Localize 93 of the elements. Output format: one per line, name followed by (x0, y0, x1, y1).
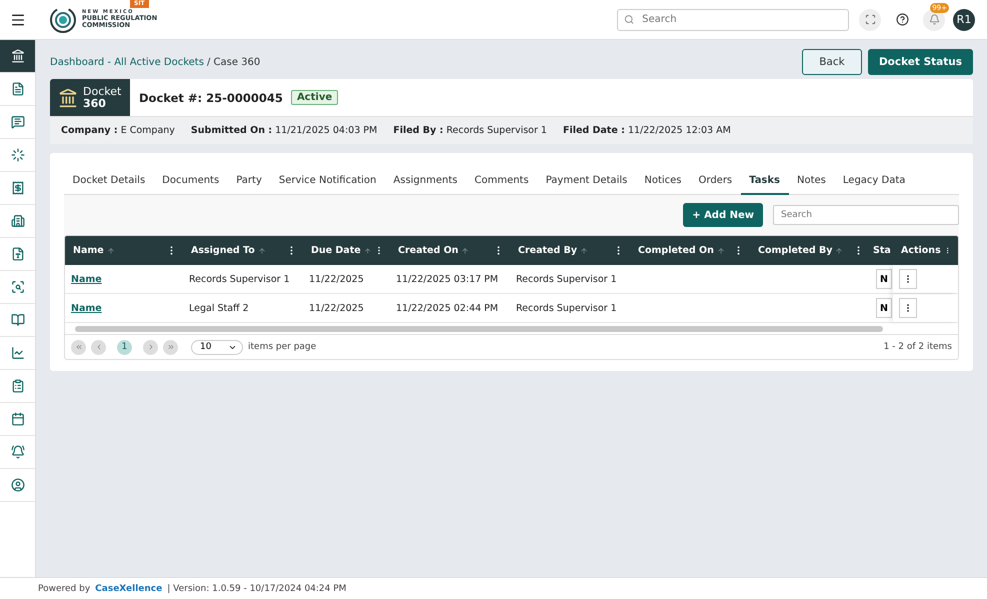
bell-ring-icon (10, 445, 24, 459)
tab[interactable]: Notes (788, 167, 834, 195)
receipt-icon (10, 181, 24, 195)
message-icon (10, 115, 24, 129)
column-header[interactable]: Assigned To (183, 236, 303, 265)
breadcrumb-current: / Case 360 (206, 56, 260, 68)
status-button[interactable]: N (876, 298, 892, 318)
column-header[interactable]: Completed By (750, 236, 870, 265)
sort-icon (835, 246, 844, 254)
help-icon (896, 13, 908, 26)
status-badge: Active (290, 90, 338, 105)
horizontal-scrollbar[interactable] (75, 326, 883, 332)
tab[interactable]: Docket Details (64, 167, 154, 195)
loader-icon (10, 148, 24, 162)
building-icon (10, 214, 24, 228)
add-new-button[interactable]: + Add New (683, 203, 763, 227)
text-file-icon (10, 247, 24, 261)
table-cell: Records Supervisor 1 (516, 274, 617, 284)
table-search-box[interactable]: Search (773, 205, 959, 225)
double-chevron-left-icon (74, 343, 82, 351)
row-actions-button[interactable] (899, 298, 917, 318)
table-cell: Records Supervisor 1 (189, 274, 290, 284)
task-name-link[interactable]: Name (71, 274, 102, 284)
docket-meta: Filed Date : 11/22/2025 12:03 AM (562, 125, 731, 136)
breadcrumb-link[interactable]: Dashboard - All Active Dockets (50, 56, 204, 68)
status-button[interactable]: N (876, 269, 892, 289)
tab[interactable]: Payment Details (537, 167, 636, 195)
fullscreen-icon (864, 14, 876, 25)
docket-number: Docket #: 25-0000045 (139, 90, 283, 104)
back-button[interactable]: Back (802, 49, 862, 75)
sort-icon (716, 246, 725, 254)
table-cell: Legal Staff 2 (189, 302, 249, 314)
column-header[interactable]: Completed On (630, 236, 750, 265)
search-field[interactable]: Search (640, 13, 842, 26)
clipboard-icon (10, 379, 24, 393)
docket-meta: Company : E Company (61, 125, 175, 136)
version-text: | Version: 1.0.59 - 10/17/2024 04:24 PM (167, 584, 346, 594)
book-icon (10, 313, 24, 327)
bell-icon (928, 14, 940, 25)
badge-title: Docket (83, 86, 122, 98)
chart-icon (10, 346, 24, 360)
tab[interactable]: Comments (466, 167, 538, 195)
table-cell: 11/22/2025 (309, 302, 364, 314)
table-cell: Records Supervisor 1 (516, 302, 617, 314)
fullscreen-button[interactable] (859, 8, 881, 30)
page-size-label: items per page (248, 342, 316, 352)
docket-meta: Submitted On : 11/21/2025 04:03 PM (190, 125, 378, 136)
landmark-icon (58, 88, 78, 108)
table-search-field[interactable]: Search (779, 209, 953, 221)
sort-icon (580, 246, 588, 254)
scan-search-icon (10, 280, 24, 294)
tab[interactable]: Legacy Data (834, 167, 914, 195)
page-size-dropdown[interactable]: 10 (191, 340, 243, 354)
user-icon (10, 478, 24, 492)
column-header[interactable]: Sta (870, 236, 893, 265)
column-header[interactable]: Name (65, 236, 183, 265)
sort-icon (106, 246, 115, 254)
pager-summary: 1 - 2 of 2 items (884, 342, 952, 352)
first-page-button[interactable] (71, 340, 86, 354)
column-header[interactable]: Actions (893, 236, 957, 265)
tab[interactable]: Assignments (384, 167, 466, 195)
table-cell: 11/22/2025 03:17 PM (396, 274, 498, 284)
tab[interactable]: Orders (690, 167, 741, 195)
double-chevron-right-icon (166, 343, 174, 351)
user-avatar[interactable]: R1 (953, 8, 975, 30)
search-icon (624, 14, 634, 25)
column-header[interactable]: Created On (390, 236, 510, 265)
powered-by-text: Powered by (38, 584, 90, 594)
tab[interactable]: Notices (636, 167, 690, 195)
sort-icon (461, 246, 470, 254)
docket-meta: Filed By : Records Supervisor 1 (393, 125, 547, 136)
tab[interactable]: Service Notification (270, 167, 385, 195)
sort-icon (258, 246, 266, 254)
row-actions-button[interactable] (899, 269, 917, 289)
tab[interactable]: Party (228, 167, 270, 195)
document-icon (10, 82, 24, 96)
last-page-button[interactable] (163, 340, 178, 354)
task-name-link[interactable]: Name (71, 302, 102, 314)
table-cell: 11/22/2025 (309, 274, 364, 284)
badge-number: 360 (83, 98, 107, 110)
tab[interactable]: Documents (154, 167, 228, 195)
calendar-icon (10, 412, 24, 426)
docket-status-button[interactable]: Docket Status (868, 49, 973, 75)
search-box[interactable]: Search (617, 8, 849, 30)
brand-logo: CaseXellence (95, 584, 162, 594)
sort-icon (364, 246, 371, 254)
table-cell: 11/22/2025 02:44 PM (396, 302, 498, 314)
column-header[interactable]: Due Date (303, 236, 390, 265)
landmark-icon (10, 49, 24, 63)
menu-icon[interactable] (10, 12, 26, 28)
sidebar-item[interactable] (0, 40, 35, 73)
column-header[interactable]: Created By (510, 236, 630, 265)
page-button[interactable]: 1 (117, 340, 132, 354)
